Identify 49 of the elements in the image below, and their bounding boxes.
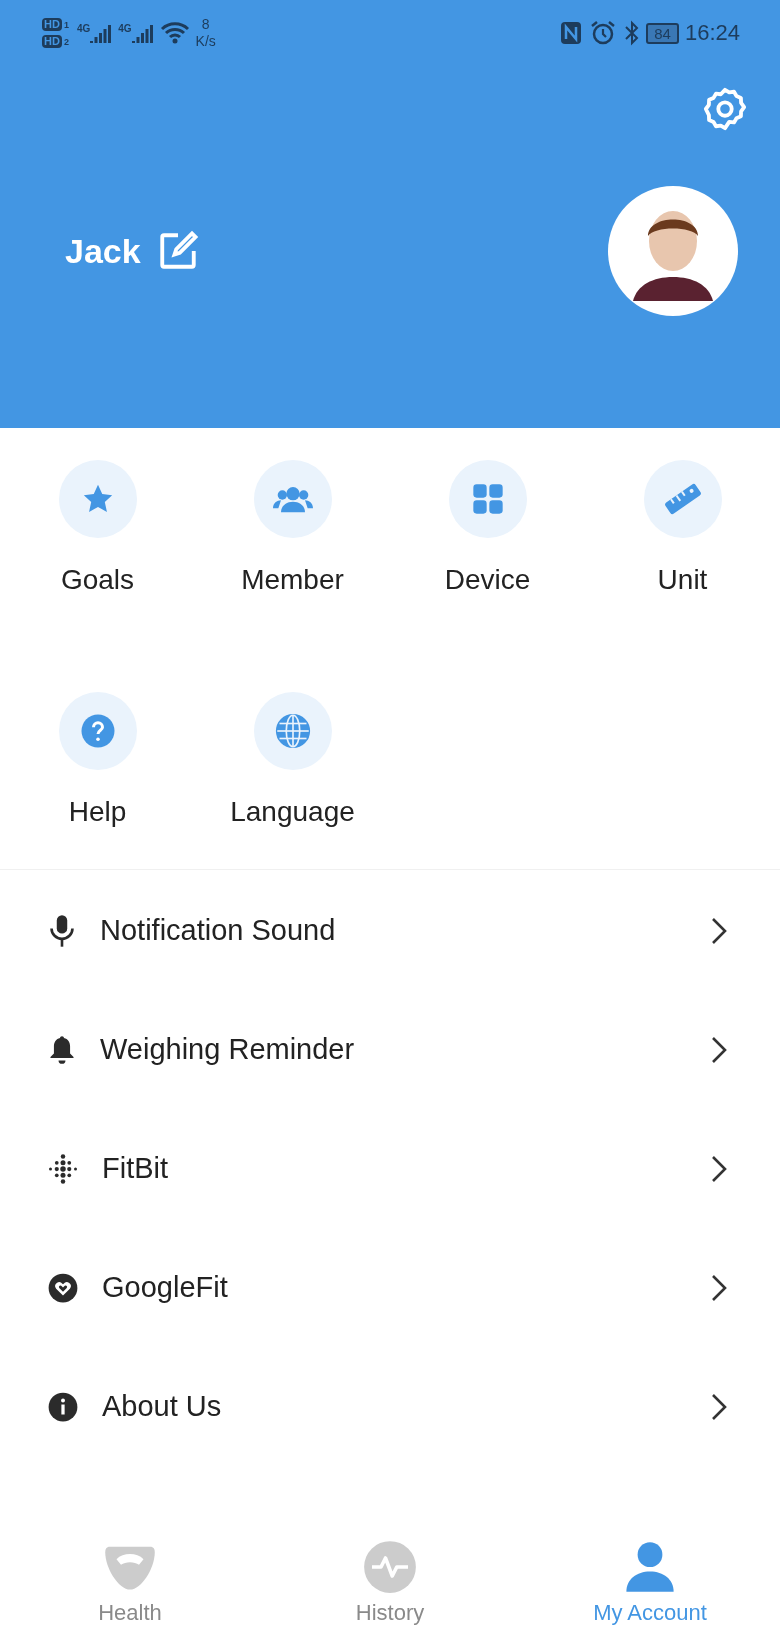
menu-label: Weighing Reminder [100, 1033, 356, 1066]
heart-badge-icon [48, 1272, 78, 1303]
nfc-icon [560, 21, 583, 45]
shortcut-button[interactable]: Language [195, 691, 390, 869]
network-type: 4G [76, 23, 91, 34]
menu-label: About Us [102, 1390, 223, 1423]
grid-icon [471, 483, 504, 515]
menu-row[interactable]: Weighing Reminder [0, 990, 780, 1109]
speed-value: 8 [201, 16, 210, 33]
help-icon [79, 712, 116, 749]
sim-badge: HD [42, 35, 62, 48]
bluetooth-icon [624, 20, 641, 46]
signal-icon [131, 23, 154, 43]
user-name: Jack [65, 231, 141, 271]
sim-badge: HD [42, 18, 62, 31]
bell-icon [48, 1034, 76, 1065]
speed-unit: K/s [195, 33, 216, 50]
menu-row[interactable]: About Us [0, 1347, 780, 1466]
menu-row[interactable]: GoogleFit [0, 1228, 780, 1347]
person-icon [623, 1540, 677, 1594]
microphone-icon [48, 913, 76, 948]
chevron-right-icon [710, 1273, 728, 1302]
sim-slot: 1 [63, 19, 69, 30]
dots-icon [48, 1153, 78, 1184]
pulse-icon [363, 1540, 417, 1594]
wifi-icon [159, 22, 190, 44]
info-icon [48, 1391, 78, 1422]
shortcut-button[interactable]: Device [390, 460, 585, 638]
menu-label: FitBit [102, 1152, 170, 1185]
network-type: 4G [118, 23, 132, 34]
chevron-right-icon [710, 1392, 728, 1421]
shortcut-button[interactable]: Unit [585, 460, 780, 638]
alarm-icon [590, 20, 617, 46]
sim-slot: 2 [63, 36, 69, 47]
globe-icon [274, 712, 311, 749]
menu-row[interactable]: Notification Sound [0, 871, 780, 990]
shortcut-button[interactable]: Help [0, 691, 195, 869]
settings-icon[interactable] [702, 86, 748, 132]
shortcut-button[interactable]: Goals [0, 460, 195, 638]
menu-label: Notification Sound [100, 914, 337, 947]
battery-indicator: 84 [646, 22, 679, 44]
clock-time: 16:24 [684, 20, 740, 46]
chevron-right-icon [710, 916, 728, 945]
chevron-right-icon [710, 1154, 728, 1183]
menu-row[interactable]: FitBit [0, 1109, 780, 1228]
signal-icon [90, 23, 113, 43]
menu-label: GoogleFit [102, 1271, 229, 1304]
chevron-right-icon [710, 1035, 728, 1064]
shortcut-button[interactable]: Member [195, 460, 390, 638]
